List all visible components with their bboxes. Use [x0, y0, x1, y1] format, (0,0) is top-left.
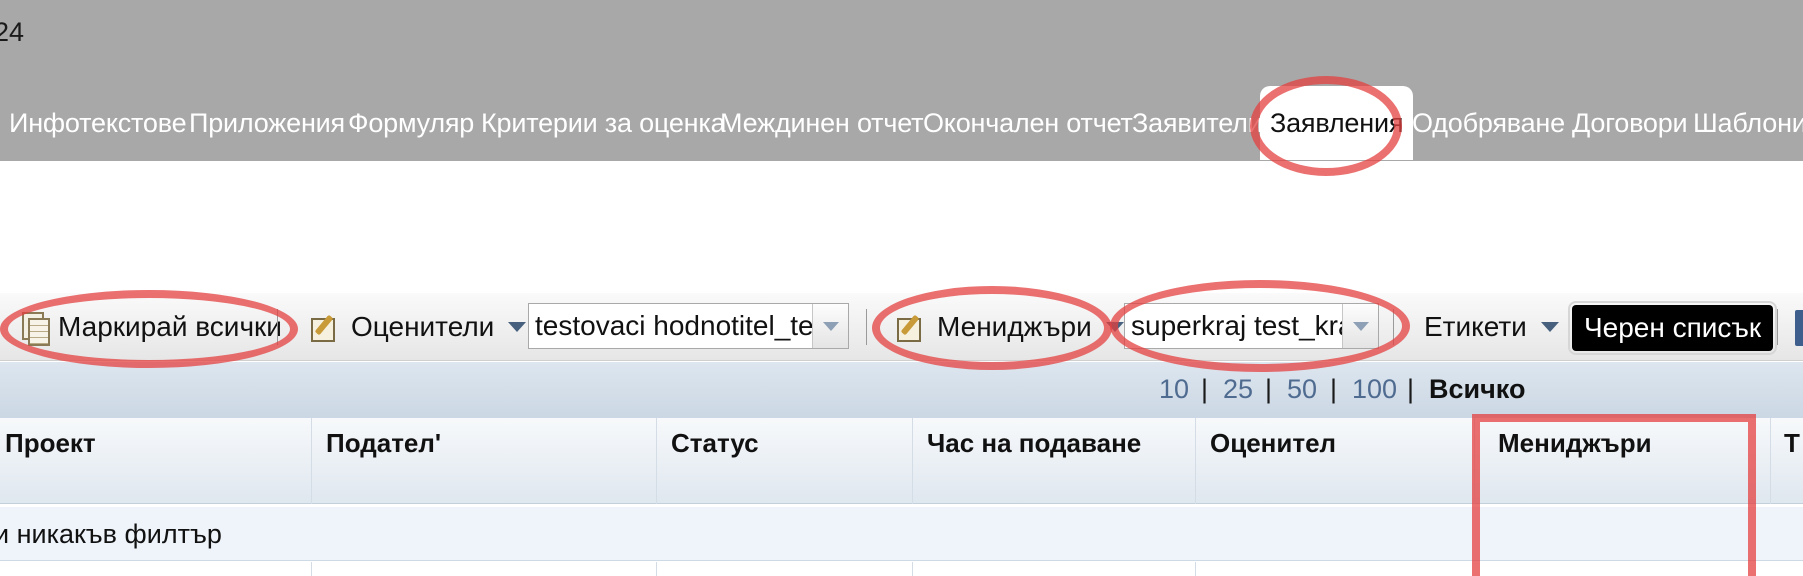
- column-header-submitter[interactable]: Подател': [326, 428, 441, 459]
- mark-all-button[interactable]: Маркирай всички: [20, 293, 282, 361]
- page-size-100[interactable]: 100: [1352, 374, 1397, 405]
- nav-item-applicants[interactable]: Заявители: [1132, 108, 1263, 139]
- nav-item-evaluation-criteria[interactable]: Критерии за оценка: [481, 108, 726, 139]
- nav-item-attachments[interactable]: Приложения: [189, 108, 345, 139]
- mark-all-label: Маркирай всички: [58, 311, 282, 342]
- combo-arrow-icon: [1352, 321, 1369, 331]
- column-header-status[interactable]: Статус: [671, 428, 759, 459]
- nav-item-final-report[interactable]: Окончален отчет: [923, 108, 1133, 139]
- pen-note-icon: [309, 314, 337, 342]
- column-header-truncated[interactable]: Т: [1784, 428, 1800, 459]
- column-divider: [311, 562, 312, 576]
- nav-item-contracts[interactable]: Договори: [1572, 108, 1688, 139]
- main-nav: Инфотекстове Приложения Формуляр Критери…: [0, 82, 1803, 160]
- pager-separator: |: [1265, 374, 1273, 404]
- column-divider: [912, 418, 913, 504]
- dropdown-caret-icon: [1540, 322, 1559, 332]
- managers-select[interactable]: superkraj test_kraj: [1124, 303, 1379, 349]
- evaluators-menu-button[interactable]: Оценители: [309, 293, 527, 361]
- toolbar: Маркирай всички Оценители testovaci hodn…: [0, 293, 1803, 361]
- no-filter-text: и никакъв филтър: [0, 519, 222, 549]
- page-size-50[interactable]: 50: [1287, 374, 1317, 405]
- toolbar-edge-icon[interactable]: [1795, 310, 1803, 346]
- page-size-25[interactable]: 25: [1223, 374, 1253, 405]
- column-divider: [656, 418, 657, 504]
- column-header-managers[interactable]: Мениджъри: [1498, 428, 1652, 459]
- column-header-submission-time[interactable]: Час на подаване: [927, 428, 1141, 459]
- column-divider: [656, 562, 657, 576]
- column-divider: [1195, 562, 1196, 576]
- column-header-evaluator[interactable]: Оценител: [1210, 428, 1336, 459]
- combo-arrow-icon: [822, 321, 839, 331]
- page-size-selector: 10 | 25 | 50 | 100 | Всичко: [0, 362, 1803, 418]
- column-divider: [1474, 418, 1475, 504]
- dropdown-caret-icon: [508, 322, 527, 332]
- toolbar-divider: [1777, 309, 1778, 345]
- nav-item-templates[interactable]: Шаблони: [1693, 108, 1803, 139]
- managers-menu-button[interactable]: Мениджъри: [895, 293, 1124, 361]
- document-icon: [20, 312, 50, 346]
- header-top-text: 24: [0, 17, 25, 47]
- managers-label: Мениджъри: [937, 311, 1092, 342]
- nav-item-infotexts[interactable]: Инфотекстове: [9, 108, 187, 139]
- evaluators-select-value[interactable]: testovaci hodnotitel_test: [529, 310, 812, 342]
- column-divider: [1770, 418, 1771, 504]
- nav-item-interim-report[interactable]: Междинен отчет: [720, 108, 923, 139]
- column-header-project[interactable]: Проект: [5, 428, 96, 459]
- toolbar-divider: [277, 309, 278, 345]
- toolbar-divider: [1393, 309, 1394, 345]
- evaluators-label: Оценители: [351, 311, 495, 342]
- app-window: 24 Инфотекстове Приложения Формуляр Крит…: [0, 0, 1803, 576]
- nav-item-form[interactable]: Формуляр: [348, 108, 474, 139]
- column-divider: [311, 418, 312, 504]
- toolbar-divider: [866, 309, 867, 345]
- blacklist-button[interactable]: Черен списък: [1567, 301, 1778, 355]
- page-size-all[interactable]: Всичко: [1429, 374, 1525, 405]
- pen-note-icon: [895, 314, 923, 342]
- header-bar: 24 Инфотекстове Приложения Формуляр Крит…: [0, 0, 1803, 161]
- pager-separator: |: [1330, 374, 1338, 404]
- column-divider: [912, 562, 913, 576]
- managers-select-trigger[interactable]: [1342, 304, 1378, 348]
- column-divider: [1195, 418, 1196, 504]
- pager-separator: |: [1407, 374, 1415, 404]
- managers-select-value[interactable]: superkraj test_kraj: [1125, 310, 1342, 342]
- nav-item-applications[interactable]: Заявления: [1260, 86, 1414, 160]
- pager-separator: |: [1201, 374, 1209, 404]
- filter-row: и никакъв филтър: [0, 507, 1803, 561]
- nav-item-approval[interactable]: Одобряване: [1412, 108, 1565, 139]
- page-size-10[interactable]: 10: [1159, 374, 1189, 405]
- evaluators-select[interactable]: testovaci hodnotitel_test: [528, 303, 849, 349]
- evaluators-select-trigger[interactable]: [812, 304, 848, 348]
- labels-label: Етикети: [1424, 311, 1527, 342]
- dropdown-caret-icon: [1105, 322, 1124, 332]
- labels-menu-button[interactable]: Етикети: [1424, 293, 1559, 361]
- table-header: Проект Подател' Статус Час на подаване О…: [0, 418, 1803, 504]
